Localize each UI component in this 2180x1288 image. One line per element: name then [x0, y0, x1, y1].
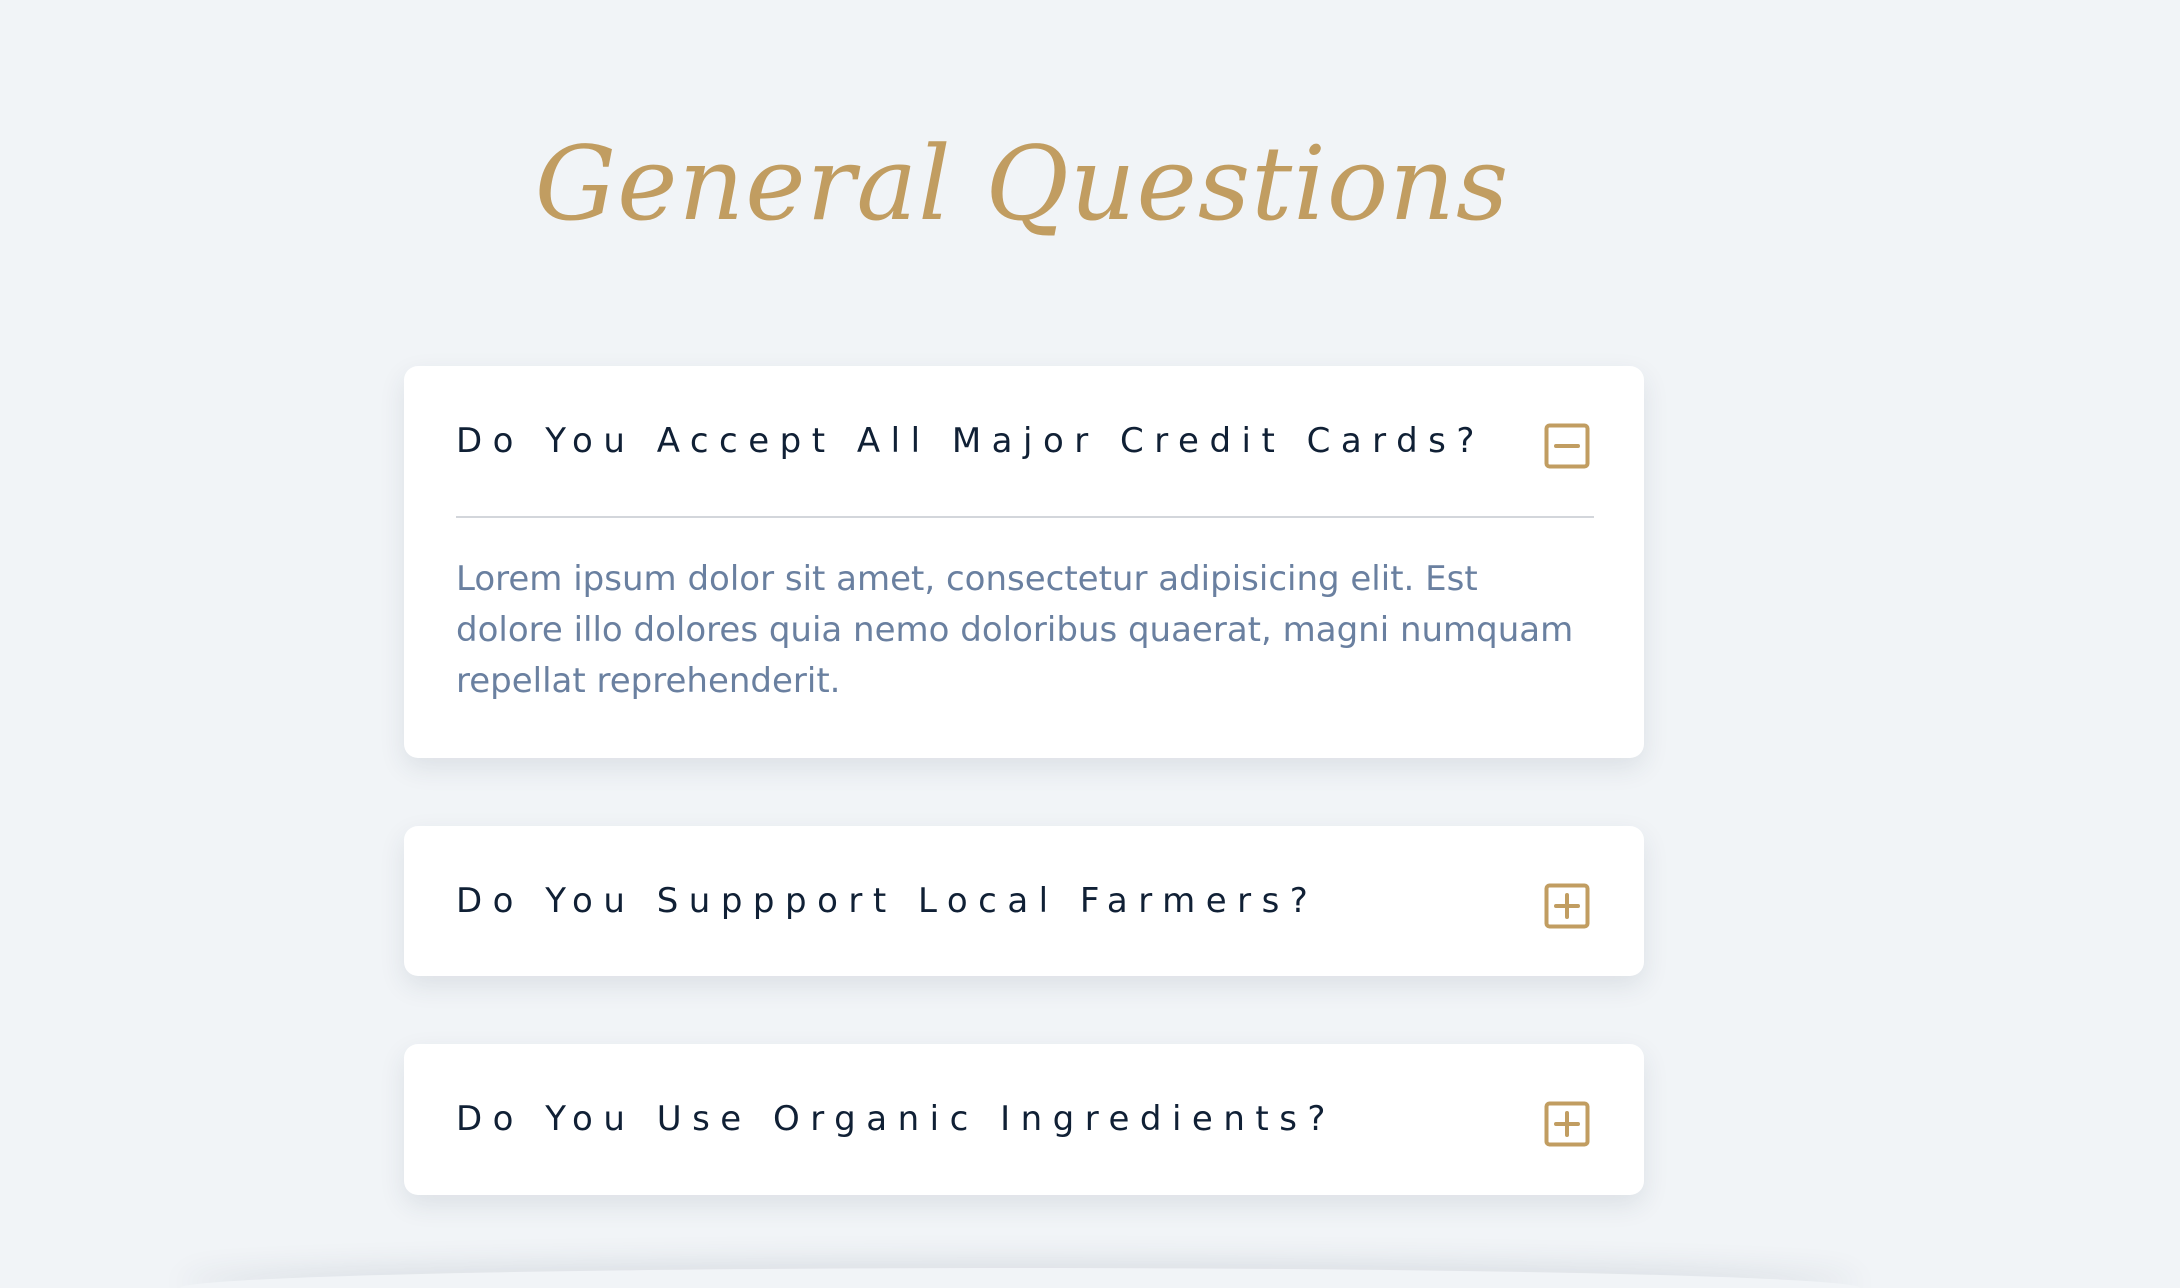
faq-item-organic-ingredients: Do You Use Organic Ingredients?	[404, 1044, 1644, 1195]
next-section-edge	[180, 1268, 1860, 1288]
faq-question: Do You Use Organic Ingredients?	[456, 1099, 1336, 1139]
faq-divider	[456, 516, 1594, 518]
plus-square-icon[interactable]	[1544, 1101, 1590, 1147]
faq-item-local-farmers: Do You Suppport Local Farmers?	[404, 826, 1644, 976]
faq-question: Do You Accept All Major Credit Cards?	[456, 421, 1485, 461]
faq-question-toggle[interactable]: Do You Use Organic Ingredients?	[456, 1044, 1592, 1194]
faq-question-toggle[interactable]: Do You Suppport Local Farmers?	[456, 826, 1592, 976]
faq-question: Do You Suppport Local Farmers?	[456, 881, 1319, 921]
faq-item-credit-cards: Do You Accept All Major Credit Cards? Lo…	[404, 366, 1644, 758]
page-title: General Questions	[534, 125, 1510, 244]
minus-square-icon[interactable]	[1544, 423, 1590, 469]
faq-answer: Lorem ipsum dolor sit amet, consectetur …	[456, 559, 1574, 701]
faq-question-toggle[interactable]: Do You Accept All Major Credit Cards?	[456, 366, 1592, 516]
plus-square-icon[interactable]	[1544, 883, 1590, 929]
